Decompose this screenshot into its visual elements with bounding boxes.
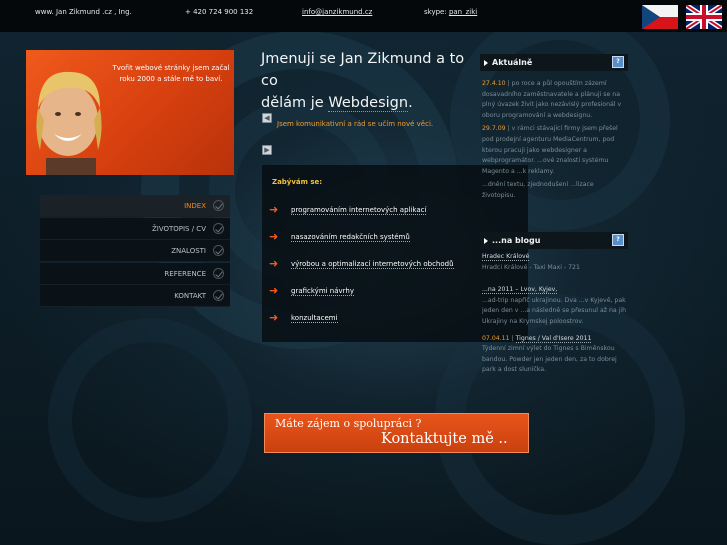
email-link[interactable]: info@janzikmund.cz bbox=[302, 8, 372, 16]
triangle-right-icon bbox=[484, 238, 488, 244]
service-item[interactable]: ➜ grafickými návrhy bbox=[269, 284, 355, 297]
blog-heading: ...na blogu bbox=[492, 236, 541, 245]
portrait-caption: Tvořit webové stránky jsem začal roku 20… bbox=[112, 64, 230, 83]
phone-number: + 420 724 900 132 bbox=[185, 8, 254, 16]
blog-entry-title[interactable]: Hradec Králové bbox=[482, 253, 530, 261]
menu-item-label: ŽIVOTOPIS / CV bbox=[151, 224, 206, 233]
arrow-right-icon: ➜ bbox=[269, 257, 279, 270]
blog-entry: Hradec Králové Hradci Králové - Taxi Max… bbox=[482, 253, 580, 271]
intro-text: Jsem komunikativní a rád se učím nové vě… bbox=[277, 120, 434, 128]
headline-line2-end: . bbox=[408, 95, 413, 111]
page-headline: Jmenuji se Jan Zikmund a to co dělám je … bbox=[261, 48, 481, 114]
check-circle-icon bbox=[213, 267, 224, 279]
news-column: Aktuálně ? 27.4.10 | po roce a půl opouš… bbox=[480, 54, 628, 202]
skype-link[interactable]: pan_ziki bbox=[449, 8, 477, 16]
service-item[interactable]: ➜ programováním internetových aplikací bbox=[269, 203, 427, 216]
blog-header: ...na blogu ? bbox=[480, 232, 628, 249]
arrow-right-icon: ➜ bbox=[269, 284, 279, 297]
top-bar: www. Jan Zikmund .cz , Ing. + 420 724 90… bbox=[0, 0, 727, 32]
headline-line1: Jmenuji se Jan Zikmund a to co bbox=[261, 51, 465, 89]
service-item[interactable]: ➜ nasazováním redakčních systémů bbox=[269, 230, 410, 243]
uk-flag-icon[interactable] bbox=[686, 5, 722, 29]
portrait-panel: Tvořit webové stránky jsem začal roku 20… bbox=[26, 50, 234, 175]
rss-icon[interactable]: ? bbox=[612, 56, 624, 68]
webdesign-link[interactable]: Webdesign bbox=[328, 95, 409, 112]
menu-item-index[interactable]: INDEX bbox=[40, 195, 230, 217]
check-circle-icon bbox=[213, 222, 224, 234]
rss-icon[interactable]: ? bbox=[612, 234, 624, 246]
check-circle-icon bbox=[213, 245, 224, 257]
skype-label: skype: bbox=[424, 8, 447, 16]
news-entry: 29.7.09 | v rámci stávající firmy jsem p… bbox=[482, 125, 618, 175]
menu-item-label: KONTAKT bbox=[174, 292, 206, 301]
menu-item-kontakt[interactable]: KONTAKT bbox=[40, 285, 230, 308]
contact-banner[interactable]: Máte zájem o spolupráci ? Kontaktujte mě… bbox=[264, 413, 529, 453]
check-circle-icon bbox=[213, 290, 224, 302]
news-heading: Aktuálně bbox=[492, 58, 533, 67]
arrow-right-icon: ➜ bbox=[269, 311, 279, 324]
news-header: Aktuálně ? bbox=[480, 54, 628, 71]
check-circle-icon bbox=[213, 200, 224, 211]
blog-list: Hradec Králové Hradci Králové - Taxi Max… bbox=[480, 252, 628, 376]
news-entry: ...dnění textu, zjednodušení ...lizace ž… bbox=[482, 181, 594, 199]
banner-line2: Kontaktujte mě .. bbox=[381, 431, 508, 447]
service-item[interactable]: ➜ výrobou a optimalizací internetových ob… bbox=[269, 257, 454, 270]
headline-line2-start: dělám je bbox=[261, 95, 329, 111]
news-entry: 27.4.10 | po roce a půl opouštím zázemí … bbox=[482, 80, 622, 119]
menu-item-reference[interactable]: REFERENCE bbox=[40, 262, 230, 285]
banner-line1: Máte zájem o spolupráci ? bbox=[275, 417, 422, 430]
blog-column-header: ...na blogu ? bbox=[480, 232, 628, 249]
arrow-right-icon: ➜ bbox=[269, 230, 279, 243]
blog-entry-title[interactable]: ...na 2011 – Lvov, Kyjev, bbox=[482, 286, 558, 295]
site-name: www. Jan Zikmund .cz , Ing. bbox=[35, 8, 132, 16]
arrow-left-icon[interactable]: ◀ bbox=[262, 113, 272, 123]
arrow-right-icon: ➜ bbox=[269, 203, 279, 216]
menu-item-zivotopis[interactable]: ŽIVOTOPIS / CV bbox=[40, 217, 230, 240]
main-menu: INDEX ŽIVOTOPIS / CV ZNALOSTI REFERENCE … bbox=[40, 195, 230, 308]
blog-entry: ...na 2011 – Lvov, Kyjev, ...ad-trip nap… bbox=[482, 286, 627, 325]
menu-item-znalosti[interactable]: ZNALOSTI bbox=[40, 240, 230, 263]
blog-entry: 07.04.11 | Tignes / Val d'Isere 2011 Týd… bbox=[482, 334, 617, 374]
portrait-photo bbox=[36, 71, 102, 175]
menu-item-label: REFERENCE bbox=[164, 269, 206, 278]
services-heading: Zabývám se: bbox=[272, 178, 323, 186]
menu-item-label: INDEX bbox=[184, 202, 206, 210]
blog-entry-title[interactable]: Tignes / Val d'Isere 2011 bbox=[515, 334, 592, 343]
menu-item-label: ZNALOSTI bbox=[171, 247, 206, 256]
triangle-right-icon bbox=[484, 60, 488, 66]
arrow-right-icon[interactable]: ▶ bbox=[262, 145, 272, 155]
service-item[interactable]: ➜ konzultacemi bbox=[269, 311, 338, 324]
czech-flag-icon[interactable] bbox=[642, 5, 678, 29]
